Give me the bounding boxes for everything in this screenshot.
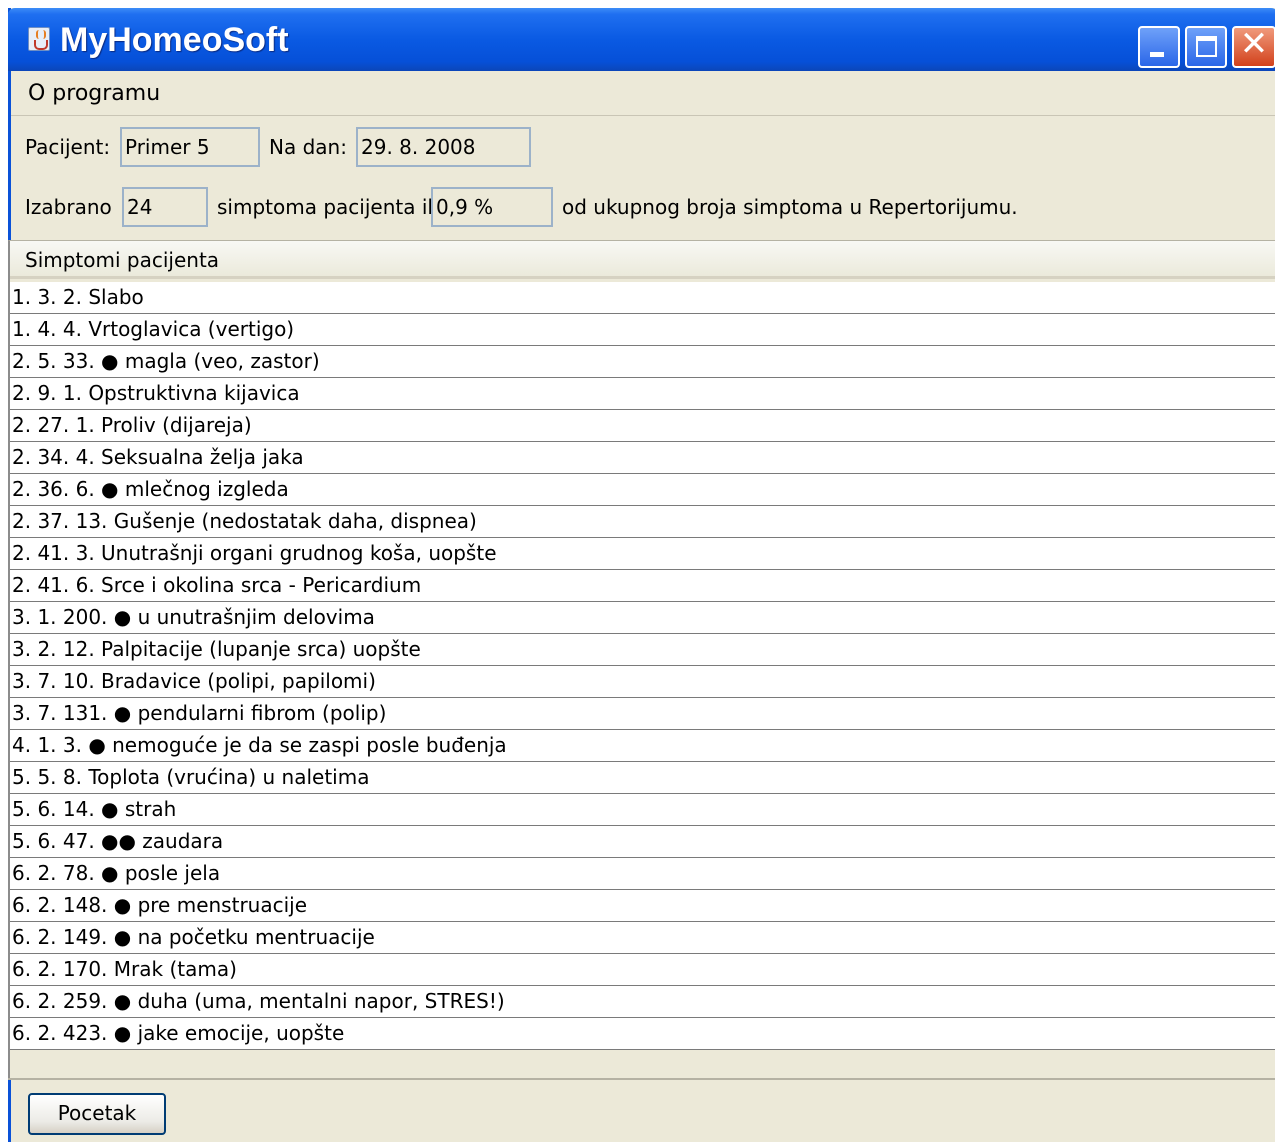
table-row[interactable]: 1. 3. 2. Slabo — [10, 282, 1275, 314]
pocetak-button[interactable]: Pocetak — [28, 1093, 166, 1135]
summary-end-label: od ukupnog broja simptoma u Repertorijum… — [562, 195, 1018, 219]
selected-label: Izabrano — [25, 195, 112, 219]
maximize-button[interactable] — [1185, 26, 1227, 68]
table-row[interactable]: 6. 2. 170. Mrak (tama) — [10, 954, 1275, 986]
table-row[interactable]: 3. 2. 12. Palpitacije (lupanje srca) uop… — [10, 634, 1275, 666]
date-label: Na dan: — [269, 135, 347, 159]
table-row[interactable]: 2. 41. 3. Unutrašnji organi grudnog koša… — [10, 538, 1275, 570]
column-header-symptoms: Simptomi pacijenta — [25, 248, 220, 272]
table-row[interactable]: 1. 4. 4. Vrtoglavica (vertigo) — [10, 314, 1275, 346]
table-row[interactable]: 3. 1. 200. ● u unutrašnjim delovima — [10, 602, 1275, 634]
table-row[interactable]: 2. 34. 4. Seksualna želja jaka — [10, 442, 1275, 474]
percent-field[interactable]: 0,9 % — [431, 187, 553, 227]
table-row[interactable]: 2. 37. 13. Gušenje (nedostatak daha, dis… — [10, 506, 1275, 538]
table-body: 1. 3. 2. Slabo 1. 4. 4. Vrtoglavica (ver… — [10, 282, 1275, 1050]
table-row[interactable]: 3. 7. 131. ● pendularni fibrom (polip) — [10, 698, 1275, 730]
java-cup-icon[interactable] — [28, 27, 50, 51]
table-row[interactable]: 6. 2. 78. ● posle jela — [10, 858, 1275, 890]
table-row[interactable]: 6. 2. 149. ● na početku mentruacije — [10, 922, 1275, 954]
window-title: MyHomeoSoft — [60, 21, 289, 59]
table-row[interactable]: 6. 2. 148. ● pre menstruacije — [10, 890, 1275, 922]
patient-name-field[interactable]: Primer 5 — [120, 127, 260, 167]
close-icon: ✕ — [1239, 24, 1269, 64]
footer-divider — [8, 1078, 1275, 1080]
table-row[interactable]: 5. 5. 8. Toplota (vrućina) u naletima — [10, 762, 1275, 794]
table-row[interactable]: 2. 36. 6. ● mlečnog izgleda — [10, 474, 1275, 506]
table-row[interactable]: 2. 41. 6. Srce i okolina srca - Pericard… — [10, 570, 1275, 602]
middle-label: simptoma pacijenta ili — [217, 195, 439, 219]
table-row[interactable]: 6. 2. 259. ● duha (uma, mentalni napor, … — [10, 986, 1275, 1018]
table-row[interactable]: 2. 9. 1. Opstruktivna kijavica — [10, 378, 1275, 410]
close-button[interactable]: ✕ — [1232, 24, 1275, 68]
patient-label: Pacijent: — [25, 135, 111, 159]
minimize-icon — [1150, 52, 1164, 57]
title-bar[interactable]: MyHomeoSoft ✕ — [8, 8, 1275, 71]
table-row[interactable]: 2. 5. 33. ● magla (veo, zastor) — [10, 346, 1275, 378]
table-row[interactable]: 4. 1. 3. ● nemoguće je da se zaspi posle… — [10, 730, 1275, 762]
menu-bar: O programu — [11, 71, 1275, 116]
date-field[interactable]: 29. 8. 2008 — [356, 127, 531, 167]
selected-count-field[interactable]: 24 — [122, 187, 208, 227]
maximize-icon — [1196, 36, 1217, 57]
table-header[interactable]: Simptomi pacijenta — [10, 241, 1275, 279]
table-row[interactable]: 5. 6. 14. ● strah — [10, 794, 1275, 826]
menu-o-programu[interactable]: O programu — [28, 81, 160, 106]
table-row[interactable]: 6. 2. 423. ● jake emocije, uopšte — [10, 1018, 1275, 1050]
table-row[interactable]: 5. 6. 47. ●● zaudara — [10, 826, 1275, 858]
minimize-button[interactable] — [1138, 26, 1180, 68]
table-row[interactable]: 2. 27. 1. Proliv (dijareja) — [10, 410, 1275, 442]
symptoms-table: Simptomi pacijenta 1. 3. 2. Slabo 1. 4. … — [8, 240, 1275, 1078]
table-row[interactable]: 3. 7. 10. Bradavice (polipi, papilomi) — [10, 666, 1275, 698]
